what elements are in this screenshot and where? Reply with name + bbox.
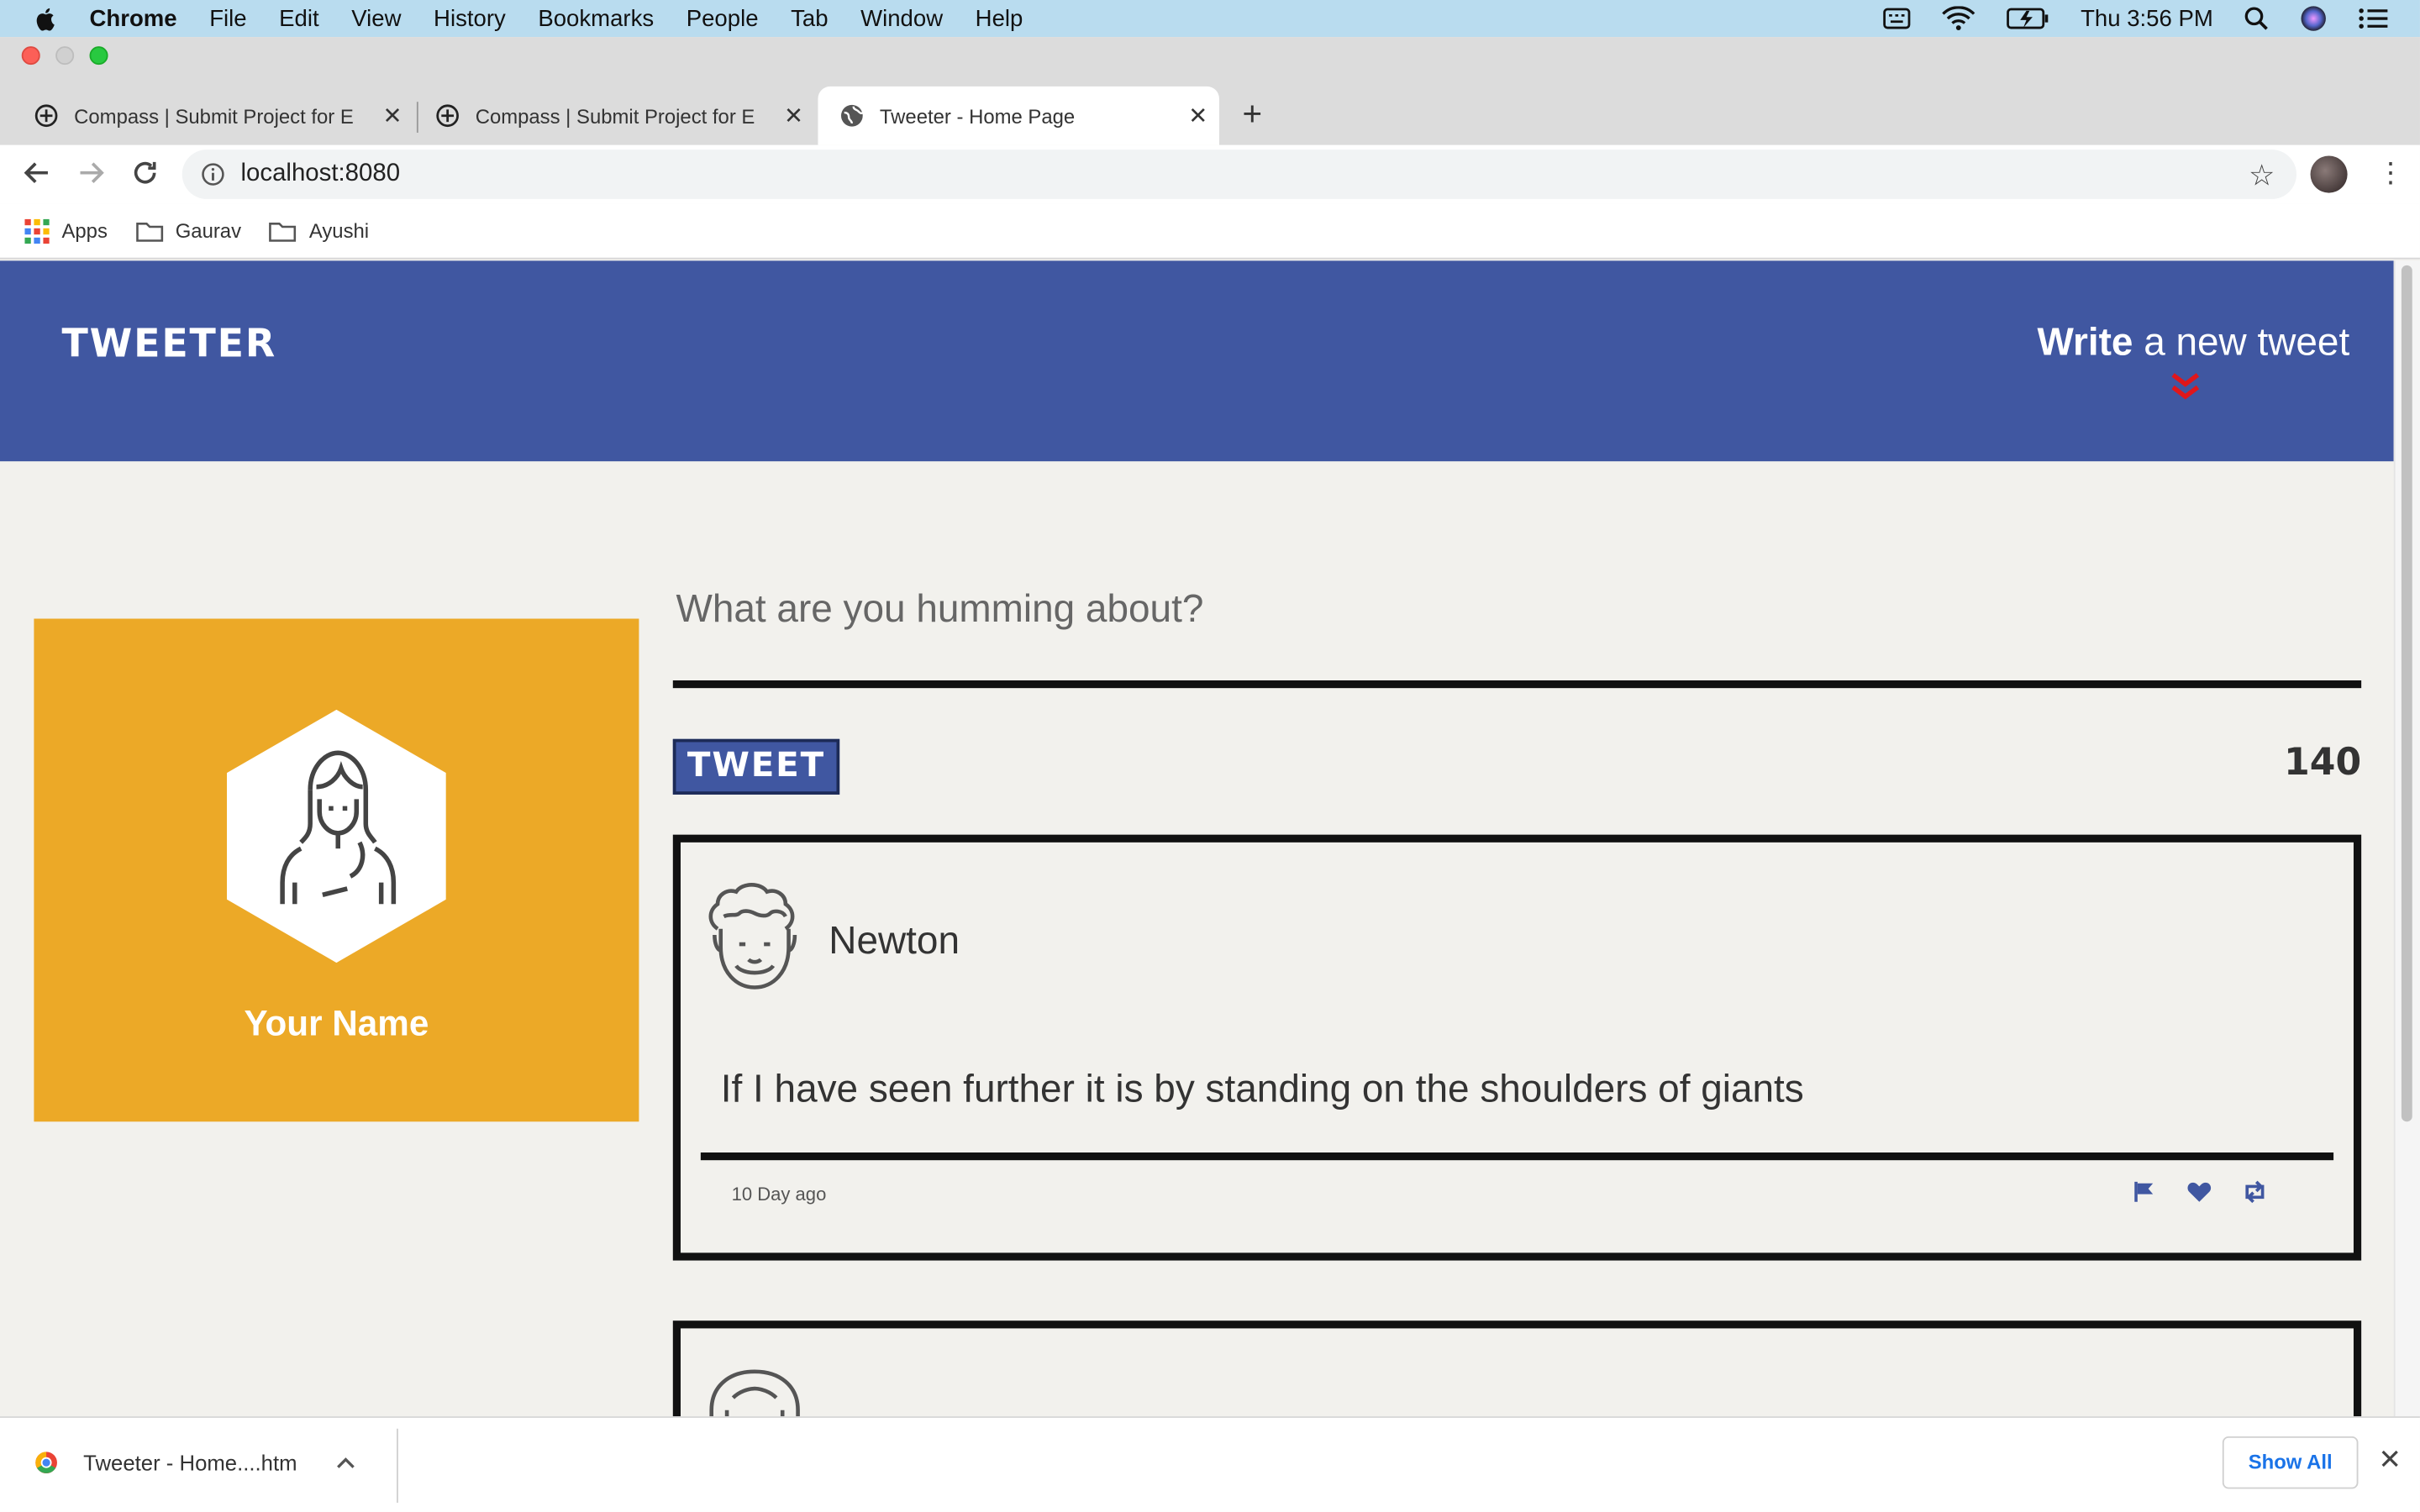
menu-history[interactable]: History [434,5,506,31]
spotlight-search-icon[interactable] [2244,6,2269,30]
bookmarks-bar: Apps Gaurav Ayushi [0,203,2420,260]
download-item[interactable]: Tweeter - Home....htm [34,1450,355,1475]
compass-favicon-icon [436,104,459,128]
user-avatar-hexagon [226,709,446,963]
apple-icon[interactable] [34,6,58,31]
chevron-up-icon[interactable] [337,1457,355,1469]
download-bar [0,1416,2420,1512]
tweet-age: 10 Day ago [731,1183,827,1205]
tab-tweeter-home[interactable]: Tweeter - Home Page ✕ [818,86,1219,145]
tab-compass-1[interactable]: Compass | Submit Project for E ✕ [13,87,417,145]
tweet-card [672,834,2362,1261]
zoom-window-button[interactable] [89,46,108,66]
back-arrow-icon [24,162,48,184]
bookmark-star-icon[interactable]: ☆ [2249,159,2275,194]
mac-menu-bar: Chrome File Edit View History Bookmarks … [0,0,2420,38]
close-download-bar-icon[interactable]: ✕ [2378,1444,2402,1477]
double-chevron-down-icon[interactable] [2169,370,2202,404]
profile-avatar[interactable] [2310,155,2348,193]
tweet-card [672,1320,2362,1429]
tab-title: Compass | Submit Project for E [475,103,755,128]
address-url[interactable]: localhost:8080 [241,160,401,188]
forward-button[interactable] [76,157,107,196]
clock[interactable]: Thu 3:56 PM [2081,5,2213,31]
show-all-downloads-button[interactable]: Show All [2222,1436,2359,1489]
menu-window[interactable]: Window [860,5,943,31]
heart-icon[interactable] [2187,1180,2212,1204]
bookmark-label: Gaurav [175,218,242,243]
site-logo[interactable]: TWEETER [61,321,276,365]
download-separator [397,1428,398,1503]
tab-title: Compass | Submit Project for E [74,103,354,128]
reload-button[interactable] [129,157,160,196]
folder-icon [269,222,297,241]
bookmark-folder-gaurav[interactable]: Gaurav [135,218,242,243]
menu-tab[interactable]: Tab [791,5,828,31]
tab-title: Tweeter - Home Page [879,103,1076,128]
minimize-window-button[interactable] [55,46,75,66]
compass-favicon-icon [34,104,58,128]
reload-icon [134,161,156,184]
screen: Chrome File Edit View History Bookmarks … [0,0,2420,1512]
notification-center-icon[interactable] [2358,6,2389,30]
newton-avatar-icon [708,883,797,990]
write-new-tweet-link[interactable]: Write a new tweet [2037,321,2349,365]
wifi-icon[interactable] [1942,6,1975,30]
window-titlebar [0,37,2420,81]
close-tab-icon[interactable]: ✕ [383,102,402,129]
menu-file[interactable]: File [209,5,246,31]
keyboard-icon[interactable] [1883,8,1911,29]
write-rest-text: a new tweet [2133,321,2350,365]
battery-icon[interactable] [2007,8,2049,29]
download-filename: Tweeter - Home....htm [83,1450,297,1475]
menu-app-name[interactable]: Chrome [90,5,177,31]
flag-icon[interactable] [2134,1180,2156,1204]
info-icon[interactable] [201,162,225,186]
close-tab-icon[interactable]: ✕ [784,102,803,129]
chrome-menu-icon[interactable]: ⋮ [2377,157,2405,190]
bookmark-folder-ayushi[interactable]: Ayushi [269,218,370,243]
tweet-text: If I have seen further it is by standing… [720,1067,1804,1111]
close-window-button[interactable] [21,46,40,66]
chrome-file-icon [35,1452,57,1474]
bookmark-label: Ayushi [308,218,370,243]
menu-edit[interactable]: Edit [279,5,318,31]
menu-people[interactable]: People [687,5,759,31]
new-tab-button[interactable]: + [1243,95,1263,133]
site-header [0,260,2394,462]
retweet-icon[interactable] [2241,1180,2269,1204]
bookmark-apps[interactable]: Apps [24,218,108,244]
character-counter: 140 [2284,740,2362,785]
menu-help[interactable]: Help [976,5,1023,31]
scrollbar-thumb[interactable] [2401,265,2412,1122]
tweet-divider [700,1152,2334,1161]
tab-compass-2[interactable]: Compass | Submit Project for E ✕ [413,87,818,145]
tweet-compose-input[interactable]: What are you humming about? [676,588,1203,633]
address-bar[interactable]: localhost:8080 ☆ [182,150,2297,199]
menu-view[interactable]: View [351,5,401,31]
apps-grid-icon [24,218,50,244]
close-tab-icon[interactable]: ✕ [1188,102,1207,129]
bookmark-label: Apps [61,218,108,243]
profile-name: Your Name [244,1002,429,1043]
compose-underline [672,680,2362,689]
write-bold-text: Write [2037,321,2133,365]
tweet-username[interactable]: Newton [829,920,960,964]
forward-arrow-icon [80,162,104,184]
tweet-button[interactable]: TWEET [672,738,840,795]
globe-icon [841,104,864,127]
siri-icon[interactable] [2300,5,2328,33]
menu-bookmarks[interactable]: Bookmarks [538,5,654,31]
back-button[interactable] [22,157,53,196]
folder-icon [135,222,163,241]
